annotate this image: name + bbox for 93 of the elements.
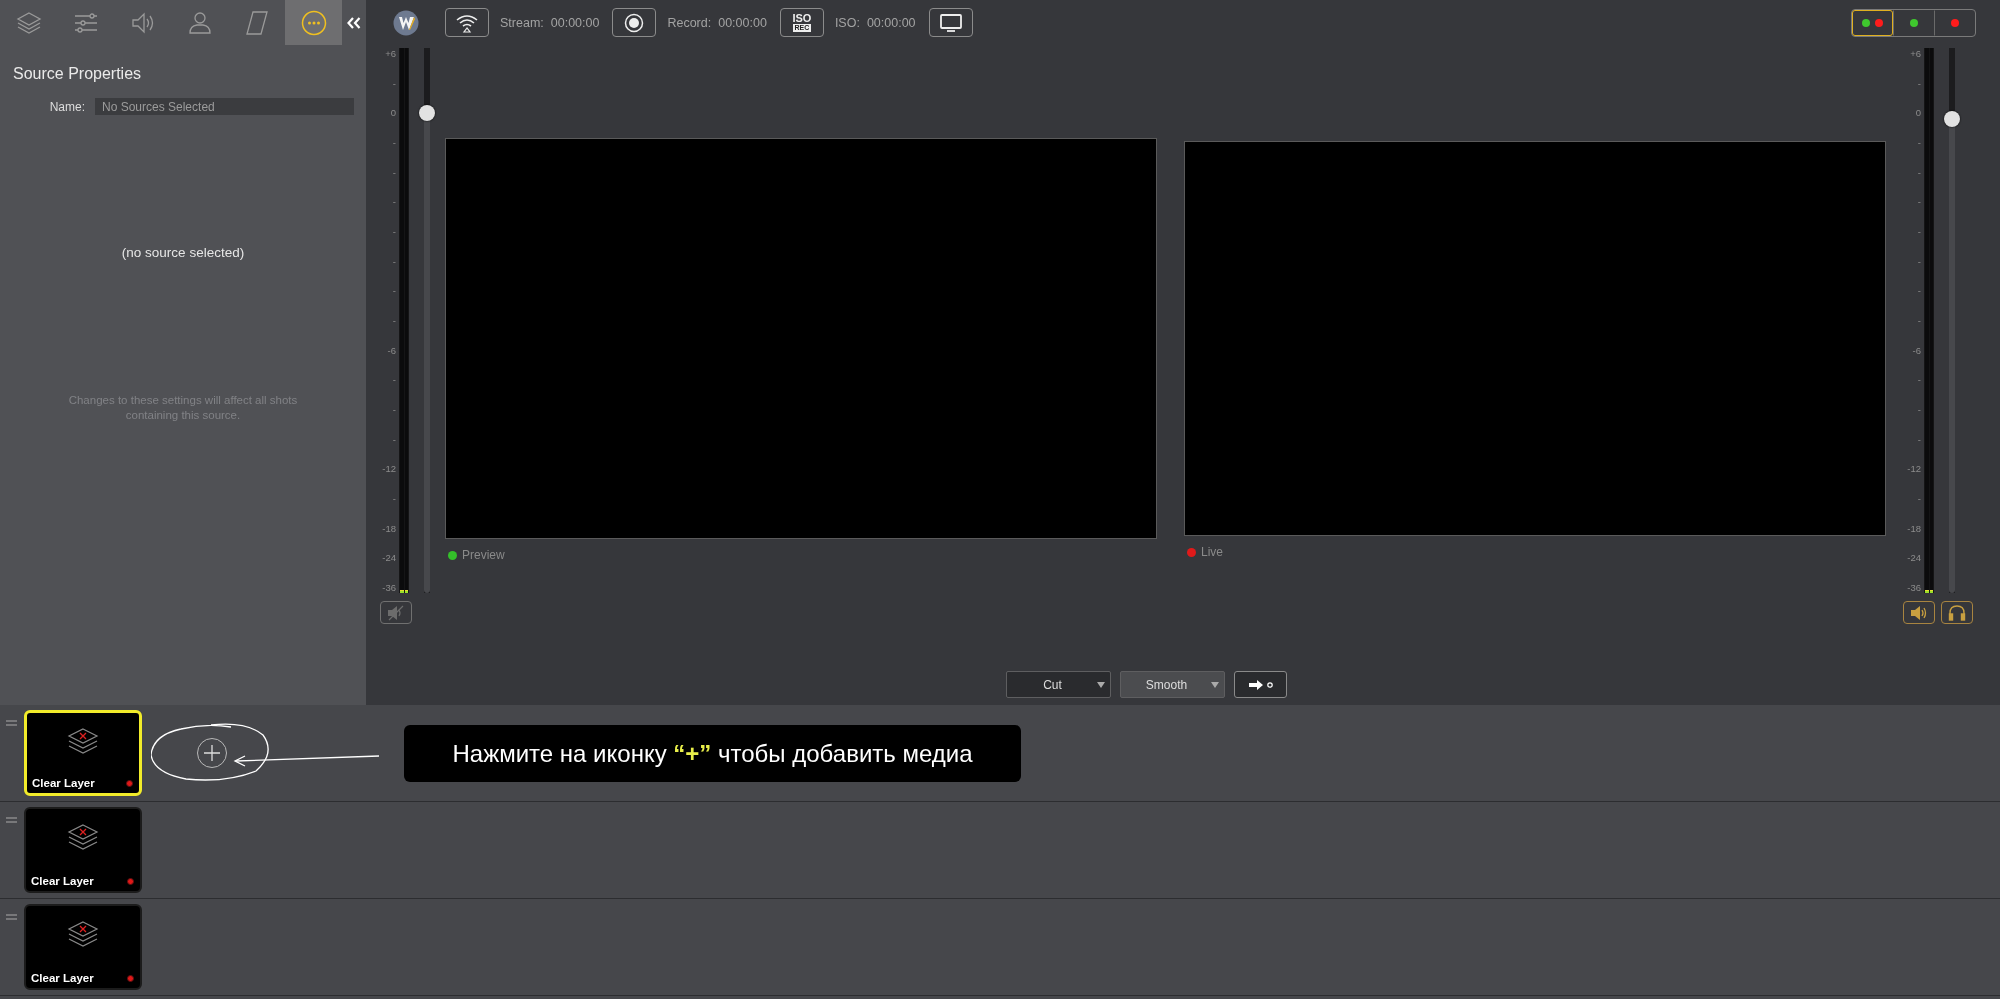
scale-label: - [392, 255, 396, 267]
scale-label: +6 [1910, 48, 1921, 59]
scale-label: 0 [1915, 107, 1921, 119]
record-dot-icon [127, 878, 134, 885]
drag-handle-icon[interactable] [6, 914, 17, 920]
parallelogram-icon [245, 10, 268, 35]
monitor-label: Live [1201, 545, 1223, 559]
empty-message: (no source selected) [120, 245, 246, 260]
timer-label: ISO: [834, 15, 860, 30]
transition-dropdown[interactable]: Cut [1006, 671, 1111, 698]
scale-label: - [392, 285, 396, 297]
layers-icon [15, 10, 42, 35]
collapse-icon[interactable] [346, 16, 361, 29]
slider-thumb[interactable] [1944, 110, 1960, 127]
record-dot-icon [127, 975, 134, 982]
scale-label: - [392, 433, 396, 445]
speaker-icon [130, 10, 155, 35]
shot-label: Clear Layer [31, 972, 94, 984]
scale-label: - [1917, 403, 1921, 415]
shot-label: Clear Layer [31, 875, 94, 887]
scale-label: -36 [1907, 581, 1921, 593]
sliders-icon [73, 11, 98, 34]
panel-title: Source Properties [13, 65, 143, 83]
wifi-icon [455, 12, 479, 33]
scale-label: - [1917, 136, 1921, 148]
monitor-icon [939, 13, 962, 32]
timer-label: Record: [667, 15, 712, 30]
mute-icon [387, 604, 405, 621]
caret-icon [1097, 682, 1105, 688]
scale-label: - [1917, 433, 1921, 445]
person-icon [187, 10, 212, 35]
headphones-icon [1948, 604, 1966, 621]
scale-label: +6 [385, 48, 396, 59]
scale-label: - [1917, 492, 1921, 504]
shot-thumbnail[interactable]: Clear Layer [24, 904, 142, 990]
layout-button[interactable] [1852, 9, 1893, 36]
scale-label: - [392, 166, 396, 178]
slider-thumb[interactable] [419, 105, 435, 122]
scale-label: - [1917, 314, 1921, 326]
scale-label: - [1917, 225, 1921, 237]
scale-label: - [1917, 285, 1921, 297]
name-label: Name: [48, 99, 85, 114]
timer-value: 00:00:00 [718, 15, 767, 30]
scale-label: - [1917, 196, 1921, 208]
arrow-icon [1247, 678, 1274, 691]
name-field[interactable]: No Sources Selected [95, 98, 354, 115]
more-icon [300, 9, 327, 36]
audio-button[interactable] [1903, 601, 1935, 624]
timer-label: Stream: [500, 15, 544, 30]
scale-label: - [392, 314, 396, 326]
shot-thumbnail[interactable]: Clear Layer [24, 807, 142, 893]
scale-label: - [392, 225, 396, 237]
scale-label: -36 [382, 581, 396, 593]
logo-icon[interactable] [393, 9, 419, 36]
record-button[interactable] [612, 8, 657, 37]
scale-label: - [392, 77, 396, 89]
hint-callout: Нажмите на иконку “+” чтобы добавить медиа [404, 724, 1021, 782]
effect-dropdown[interactable]: Smooth [1120, 671, 1225, 698]
scale-label: 0 [390, 107, 396, 119]
scale-label: -6 [1912, 344, 1921, 356]
scale-label: - [1917, 374, 1921, 386]
audio-button[interactable] [1941, 601, 1973, 624]
scale-label: -18 [1907, 522, 1921, 534]
plus-icon [203, 744, 221, 762]
timer-value: 00:00:00 [550, 15, 600, 30]
record-icon [624, 12, 645, 33]
monitor-label: Preview [462, 548, 505, 562]
transition-button[interactable] [1234, 671, 1287, 698]
record-dot-icon [126, 780, 133, 787]
scale-label: - [392, 136, 396, 148]
scale-label: -6 [387, 344, 396, 356]
scale-label: - [1917, 77, 1921, 89]
scale-label: - [1917, 255, 1921, 267]
shot-label: Clear Layer [32, 777, 95, 789]
scale-label: -12 [1907, 463, 1921, 475]
drag-handle-icon[interactable] [6, 720, 17, 726]
drag-handle-icon[interactable] [6, 817, 17, 823]
display-button[interactable] [928, 8, 973, 37]
scale-label: -24 [382, 552, 396, 564]
scale-label: - [392, 403, 396, 415]
shot-thumbnail[interactable]: Clear Layer [24, 710, 142, 796]
scale-label: -24 [1907, 552, 1921, 564]
scale-label: - [1917, 166, 1921, 178]
scale-label: - [392, 196, 396, 208]
audio-button[interactable] [380, 601, 412, 624]
stream-button[interactable] [445, 8, 489, 37]
speaker-icon [1910, 604, 1928, 621]
caret-icon [1211, 682, 1219, 688]
scale-label: -12 [382, 463, 396, 475]
timer-value: 00:00:00 [866, 15, 916, 30]
scale-label: - [392, 374, 396, 386]
scale-label: - [392, 492, 396, 504]
scale-label: -18 [382, 522, 396, 534]
